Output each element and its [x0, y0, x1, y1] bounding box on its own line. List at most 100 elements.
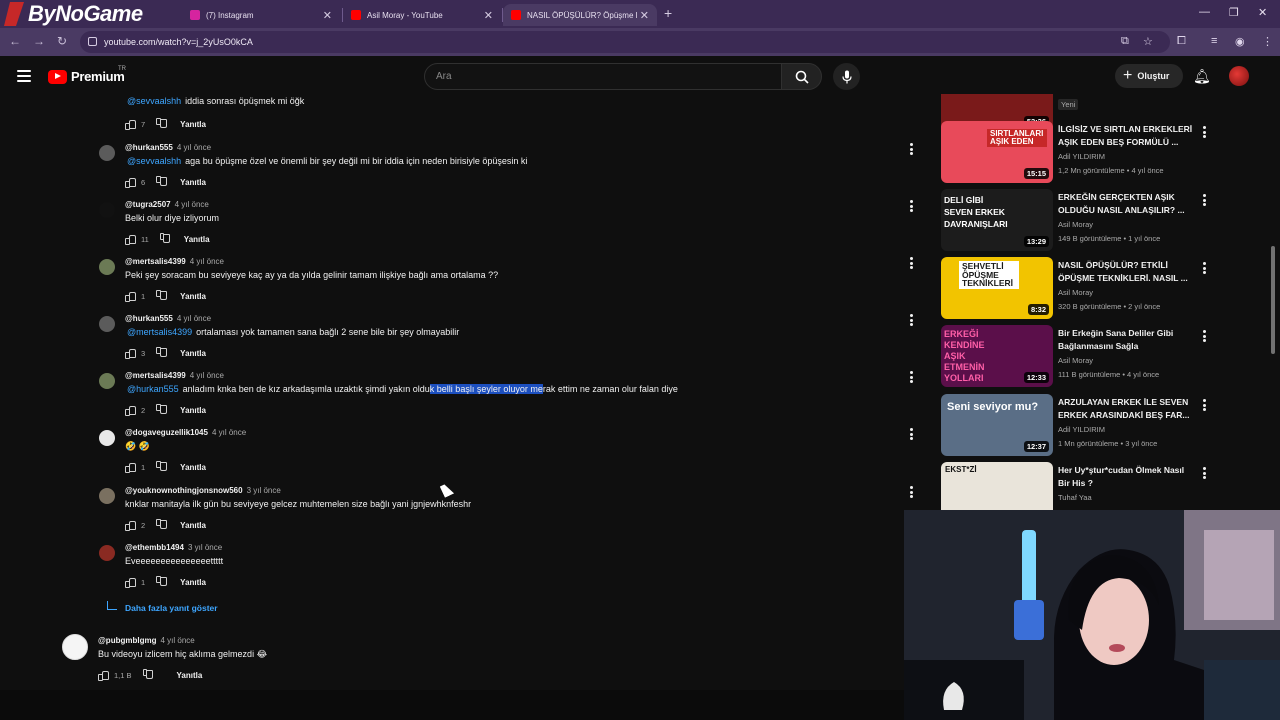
video-thumbnail[interactable]: SIRTLANLARI AŞIK EDEN 15:15	[941, 121, 1053, 183]
avatar[interactable]	[99, 373, 115, 389]
dislike-icon[interactable]	[156, 348, 166, 358]
reply-button[interactable]: Yanıtla	[177, 671, 203, 680]
comment-more-actions-icon[interactable]	[909, 371, 913, 383]
related-video-item[interactable]: EKST*Zİ Her Uy*ştur*cudan Ölmek Nasıl Bir…	[940, 462, 1270, 510]
account-avatar[interactable]	[1229, 66, 1249, 86]
avatar[interactable]	[99, 145, 115, 161]
channel-name[interactable]: Asil Moray	[1058, 288, 1093, 297]
tab-current-video[interactable]: NASIL ÖPÜŞÜLÜR? Öpüşme K… ✕	[503, 4, 657, 26]
video-title[interactable]: Her Uy*ştur*cudan Ölmek Nasıl Bir His ?	[1058, 464, 1196, 490]
url-bar[interactable]: youtube.com/watch?v=j_2yUsO0kCA	[80, 31, 1170, 53]
video-title[interactable]: İLGİSİZ VE SIRTLAN ERKEKLERİ AŞIK EDEN B…	[1058, 123, 1196, 149]
video-more-actions-icon[interactable]	[1202, 467, 1206, 479]
avatar[interactable]	[62, 634, 88, 660]
like-icon[interactable]	[125, 234, 136, 245]
comment-more-actions-icon[interactable]	[909, 257, 913, 269]
reply-button[interactable]: Yanıtla	[180, 120, 206, 129]
related-video-item[interactable]: Seni seviyor mu? 12:37 ARZULAYAN ERKEK İLE…	[940, 394, 1270, 460]
like-icon[interactable]	[125, 348, 136, 359]
video-thumbnail[interactable]: DELİ GİBİ SEVEN ERKEK DAVRANIŞLARI 13:29	[941, 189, 1053, 251]
reply-button[interactable]: Yanıtla	[180, 578, 206, 587]
video-title[interactable]: NASIL ÖPÜŞÜLÜR? ETKİLİ ÖPÜŞME TEKNİKLERİ…	[1058, 259, 1196, 285]
close-icon[interactable]: ✕	[323, 9, 332, 22]
minimize-icon[interactable]: —	[1199, 6, 1210, 18]
video-more-actions-icon[interactable]	[1202, 126, 1206, 138]
channel-name[interactable]: Asil Moray	[1058, 356, 1093, 365]
comment-time[interactable]: 3 yıl önce	[188, 543, 222, 552]
dislike-icon[interactable]	[156, 177, 166, 187]
create-button[interactable]: + Oluştur	[1115, 64, 1183, 88]
site-info-icon[interactable]	[88, 37, 97, 46]
reply-button[interactable]: Yanıtla	[180, 292, 206, 301]
comment-time[interactable]: 4 yıl önce	[190, 257, 224, 266]
browser-menu-icon[interactable]: ⋮	[1262, 35, 1273, 48]
bookmark-star-icon[interactable]: ☆	[1143, 35, 1153, 48]
mention-link[interactable]: @hurkan555	[127, 384, 179, 394]
comment-author[interactable]: @mertsalis4399	[125, 371, 186, 380]
search-input[interactable]: Ara	[424, 63, 782, 90]
avatar[interactable]	[99, 316, 115, 332]
avatar[interactable]	[99, 430, 115, 446]
like-icon[interactable]	[98, 670, 109, 681]
comment-author[interactable]: @youknownothingjonsnow560	[125, 486, 243, 495]
like-icon[interactable]	[125, 177, 136, 188]
comment-time[interactable]: 4 yıl önce	[160, 636, 194, 645]
reply-button[interactable]: Yanıtla	[180, 406, 206, 415]
dislike-icon[interactable]	[156, 520, 166, 530]
voice-search-button[interactable]	[833, 63, 860, 90]
related-video-item[interactable]: SIRTLANLARI AŞIK EDEN 15:15 İLGİSİZ VE SIR…	[940, 121, 1270, 187]
search-button[interactable]	[781, 63, 822, 90]
show-more-replies-button[interactable]: Daha fazla yanıt göster	[107, 600, 218, 613]
reply-button[interactable]: Yanıtla	[180, 521, 206, 530]
video-more-actions-icon[interactable]	[1202, 330, 1206, 342]
dislike-icon[interactable]	[160, 234, 170, 244]
media-controls-icon[interactable]: ≡	[1211, 35, 1217, 47]
dislike-icon[interactable]	[156, 577, 166, 587]
dislike-icon[interactable]	[143, 670, 153, 680]
video-title[interactable]: ERKEĞİN GERÇEKTEN AŞIK OLDUĞU NASIL ANLA…	[1058, 191, 1196, 217]
related-video-item[interactable]: DELİ GİBİ SEVEN ERKEK DAVRANIŞLARI 13:29 E…	[940, 189, 1270, 255]
like-icon[interactable]	[125, 577, 136, 588]
like-icon[interactable]	[125, 462, 136, 473]
avatar[interactable]	[99, 259, 115, 275]
tab-youtube-channel[interactable]: Asil Moray - YouTube ✕	[343, 4, 501, 26]
related-video-item[interactable]: ERKEĞİ KENDİNE AŞIK ETMENİN YOLLARI 12:33…	[940, 325, 1270, 391]
channel-name[interactable]: Tuhaf Yaa	[1058, 493, 1092, 502]
avatar[interactable]	[99, 202, 115, 218]
close-icon[interactable]: ✕	[484, 9, 493, 22]
comment-author[interactable]: @hurkan555	[125, 143, 173, 152]
reload-icon[interactable]: ↻	[57, 34, 67, 48]
comment-more-actions-icon[interactable]	[909, 143, 913, 155]
comment-time[interactable]: 4 yıl önce	[177, 143, 211, 152]
scrollbar-thumb[interactable]	[1271, 246, 1275, 354]
back-icon[interactable]: ←	[9, 34, 21, 48]
dislike-icon[interactable]	[156, 291, 166, 301]
dislike-icon[interactable]	[156, 405, 166, 415]
avatar[interactable]	[99, 488, 115, 504]
tab-instagram[interactable]: (7) Instagram ✕	[182, 4, 340, 26]
video-thumbnail[interactable]: EKST*Zİ	[941, 462, 1053, 510]
comment-author[interactable]: @pubgmblgmg	[98, 636, 156, 645]
comment-time[interactable]: 4 yıl önce	[177, 314, 211, 323]
comment-author[interactable]: @mertsalis4399	[125, 257, 186, 266]
avatar[interactable]	[99, 545, 115, 561]
like-icon[interactable]	[125, 119, 136, 130]
related-video-item[interactable]: ŞEHVETLİ ÖPÜŞME TEKNİKLERİ 8:32 NASIL ÖPÜŞ…	[940, 257, 1270, 323]
forward-icon[interactable]: →	[33, 34, 45, 48]
reply-button[interactable]: Yanıtla	[184, 235, 210, 244]
comment-author[interactable]: @ethembb1494	[125, 543, 184, 552]
comment-author[interactable]: @dogaveguzellik1045	[125, 428, 208, 437]
comment-more-actions-icon[interactable]	[909, 314, 913, 326]
comment-author[interactable]: @hurkan555	[125, 314, 173, 323]
comment-time[interactable]: 4 yıl önce	[212, 428, 246, 437]
comment-time[interactable]: 4 yıl önce	[175, 200, 209, 209]
video-thumbnail[interactable]: Seni seviyor mu? 12:37	[941, 394, 1053, 456]
channel-name[interactable]: Adil YILDIRIM	[1058, 425, 1105, 434]
menu-icon[interactable]	[17, 70, 31, 82]
video-title[interactable]: Bir Erkeğin Sana Deliler Gibi Bağlanması…	[1058, 327, 1196, 353]
channel-name[interactable]: Asil Moray	[1058, 220, 1093, 229]
video-more-actions-icon[interactable]	[1202, 194, 1206, 206]
profile-icon[interactable]: ◉	[1235, 35, 1245, 48]
mention-link[interactable]: @sevvaalshh	[127, 156, 181, 166]
dislike-icon[interactable]	[156, 119, 166, 129]
